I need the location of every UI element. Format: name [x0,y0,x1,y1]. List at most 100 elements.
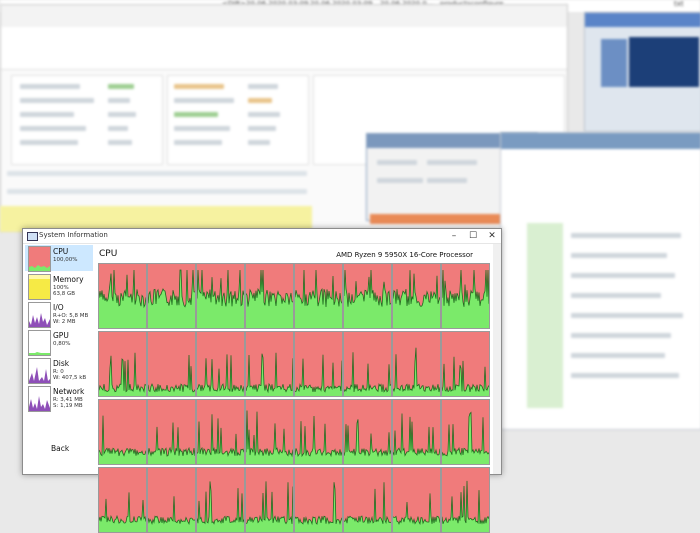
cpu-core-graph [343,467,392,533]
app-icon [27,232,38,241]
core-usage-line [197,354,244,393]
io-thumbnail [28,302,51,328]
core-usage-line [99,415,146,457]
close-button[interactable]: ✕ [483,230,501,242]
sidebar-item-value: 0,80% [53,341,71,347]
cpu-core-graph [245,467,294,533]
title-bar[interactable]: System Information – ☐ ✕ [23,229,501,244]
core-usage-area [442,412,489,464]
page-title: CPU [99,249,118,259]
cpu-core-graph [294,331,343,397]
sidebar-item-value: 63,8 GB [53,291,76,297]
core-usage-line [148,354,195,393]
cpu-core-graph [441,263,490,329]
corner-label: txt [674,0,684,8]
core-usage-area [99,415,146,464]
sidebar-item-disk[interactable]: Disk R: 0 W: 407,5 kB [25,357,93,384]
sidebar-item-label: CPU [53,247,69,256]
cpu-core-graph [343,263,392,329]
core-usage-line [344,419,391,458]
cpu-core-graph [98,467,147,533]
cpu-model-label: AMD Ryzen 9 5950X 16-Core Processor [336,251,473,259]
background-window-right-list [500,132,700,430]
core-usage-line [246,410,293,458]
cpu-core-graph [245,263,294,329]
sidebar-item-label: Disk [53,359,70,368]
core-usage-line [442,356,489,393]
thumb-bg [29,331,50,355]
cpu-core-graph [294,467,343,533]
sidebar-item-gpu[interactable]: GPU 0,80% [25,329,93,356]
cpu-core-graph [294,399,343,465]
sidebar-item-memory[interactable]: Memory 100% 63,8 GB [25,273,93,300]
cpu-core-graph [441,467,490,533]
sidebar-item-label: Memory [53,275,84,284]
cpu-core-graph [343,399,392,465]
core-usage-area [295,416,342,464]
cpu-core-graph [196,331,245,397]
cpu-content-panel: CPU AMD Ryzen 9 5950X 16-Core Processor [97,244,501,533]
sidebar-item-value: W: 407,5 kB [53,375,87,381]
network-thumbnail [28,386,51,412]
memory-thumbnail [28,274,51,300]
sidebar: CPU 100,00% Memory 100% 63,8 GB I/O R+O:… [23,244,95,474]
core-usage-line [148,422,195,457]
core-usage-area [148,496,195,532]
cpu-core-graph [147,331,196,397]
core-usage-line [393,493,440,525]
cpu-core-graph [98,399,147,465]
cpu-core-graph [98,263,147,329]
back-link[interactable]: Back [51,444,69,453]
window-title: System Information [39,231,108,239]
core-usage-line [246,481,293,525]
core-usage-line [197,481,244,525]
sidebar-item-label: GPU [53,331,69,340]
scrollbar[interactable] [493,244,501,474]
system-information-window: System Information – ☐ ✕ CPU 100,00% Mem… [22,228,502,533]
sidebar-item-label: Network [53,387,85,396]
sidebar-item-label: I/O [53,303,64,312]
core-usage-area [246,410,293,464]
core-usage-area [99,492,146,532]
core-usage-area [246,481,293,532]
cpu-core-graph [392,399,441,465]
sidebar-item-value: 100,00% [53,257,78,263]
core-usage-area [344,419,391,464]
cpu-core-graph [147,399,196,465]
core-usage-area [148,355,195,396]
cpu-core-graph [196,263,245,329]
sidebar-item-value: W: 2 MB [53,319,76,325]
background-window-top-right [584,12,700,132]
gpu-thumbnail [28,330,51,356]
cpu-core-graph [343,331,392,397]
core-usage-line [295,415,342,458]
cpu-core-graph [245,399,294,465]
core-usage-line [197,414,244,458]
sidebar-item-value: S: 1,19 MB [53,403,83,409]
core-usage-line [442,480,489,525]
cpu-core-graph [392,263,441,329]
maximize-button[interactable]: ☐ [464,230,482,242]
core-usage-line [295,354,342,393]
sidebar-item-io[interactable]: I/O R+O: 5,8 MB W: 2 MB [25,301,93,328]
sidebar-item-cpu[interactable]: CPU 100,00% [25,245,93,272]
cpu-core-graph [441,399,490,465]
core-usage-area [393,493,440,532]
core-usage-area [344,270,391,328]
cpu-thumbnail [28,246,51,272]
cpu-core-graph [196,399,245,465]
core-usage-line [295,269,342,308]
core-usage-area [197,481,244,532]
cpu-core-graph [196,467,245,533]
thumb-fill [29,279,50,299]
cpu-core-graph [98,331,147,397]
disk-thumbnail [28,358,51,384]
cpu-core-graph [392,467,441,533]
cpu-core-graph [147,467,196,533]
minimize-button[interactable]: – [445,230,463,242]
core-usage-area [148,422,195,464]
cpu-core-graph [294,263,343,329]
cpu-core-graph [147,263,196,329]
sidebar-item-network[interactable]: Network R: 3,41 MB S: 1,19 MB [25,385,93,412]
cpu-core-graph [245,331,294,397]
